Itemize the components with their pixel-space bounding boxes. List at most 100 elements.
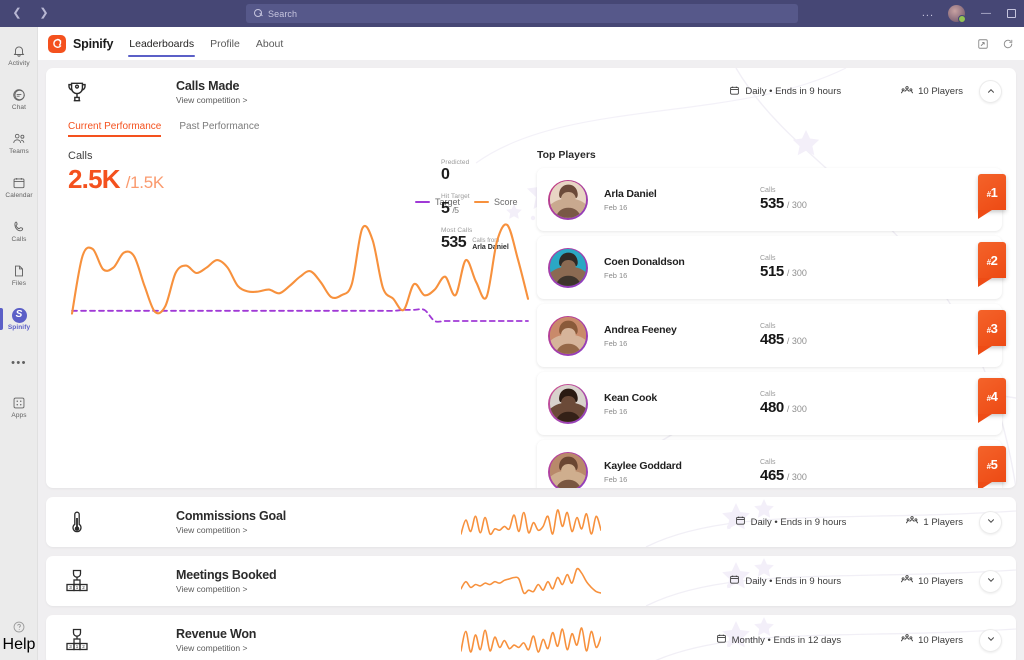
- player-name: Coen Donaldson: [604, 256, 754, 268]
- player-row[interactable]: Coen DonaldsonFeb 16Calls515/ 300#2: [537, 236, 1002, 299]
- player-name: Kean Cook: [604, 392, 754, 404]
- competition-header[interactable]: Calls Made View competition > Daily • En…: [46, 68, 1016, 115]
- sidebar-item-spinify[interactable]: S Spinify: [0, 297, 38, 341]
- player-row[interactable]: Kean CookFeb 16Calls480/ 300#4: [537, 372, 1002, 435]
- chevron-down-icon: [986, 572, 996, 590]
- popout-icon[interactable]: [976, 37, 989, 50]
- page-title: Calls Made: [176, 79, 406, 93]
- sidebar-item-help[interactable]: Help: [0, 619, 38, 654]
- competition-header[interactable]: Commissions Goal View competition > Daily …: [46, 497, 1016, 547]
- player-row[interactable]: Arla DanielFeb 16Calls535/ 300#1: [537, 168, 1002, 231]
- sidebar-item-label: Help: [3, 636, 36, 654]
- player-date: Feb 16: [604, 407, 754, 416]
- bell-icon: [11, 43, 27, 59]
- competition-schedule: Daily • Ends in 9 hours: [735, 515, 847, 529]
- sparkline-svg: [461, 566, 601, 596]
- metric-target: /1.5K: [126, 173, 164, 193]
- player-metric: Calls480/ 300: [760, 391, 807, 416]
- avatar: [548, 452, 588, 489]
- competition-title: Meetings Booked: [176, 568, 406, 582]
- chat-icon: [11, 87, 27, 103]
- tab-profile[interactable]: Profile: [209, 27, 241, 60]
- player-date: Feb 16: [604, 203, 754, 212]
- schedule-text: Daily • Ends in 9 hours: [745, 86, 841, 97]
- top-players-list: Arla DanielFeb 16Calls535/ 300#1Coen Don…: [537, 168, 1002, 488]
- sparkline-svg: [461, 625, 601, 655]
- player-metric-value: 465: [760, 467, 784, 484]
- sidebar-item-calendar[interactable]: Calendar: [0, 165, 38, 209]
- refresh-icon[interactable]: [1001, 37, 1014, 50]
- svg-text:2: 2: [82, 644, 85, 649]
- view-competition-link[interactable]: View competition >: [176, 525, 406, 535]
- tab-about[interactable]: About: [255, 27, 284, 60]
- player-metric-label: Calls: [760, 255, 807, 262]
- svg-text:1: 1: [76, 644, 79, 649]
- player-row[interactable]: Andrea FeeneyFeb 16Calls485/ 300#3: [537, 304, 1002, 367]
- sidebar-item-label: Calendar: [5, 192, 32, 199]
- rank-number: 3: [991, 321, 998, 336]
- sidebar-item-activity[interactable]: Activity: [0, 33, 38, 77]
- sidebar-item-apps[interactable]: Apps: [0, 385, 38, 429]
- legend-swatch: [415, 201, 430, 203]
- sparkline-svg: [461, 507, 601, 537]
- player-metric-label: Calls: [760, 459, 807, 466]
- maximize-icon[interactable]: [1007, 9, 1016, 18]
- expand-button[interactable]: [979, 570, 1002, 593]
- player-metric-label: Calls: [760, 187, 807, 194]
- rank-badge: #4: [978, 378, 1006, 414]
- sidebar-item-calls[interactable]: Calls: [0, 209, 38, 253]
- competition-players: 1 Players: [906, 515, 963, 529]
- collapse-button[interactable]: [979, 80, 1002, 103]
- thermometer-icon: [62, 507, 92, 537]
- view-competition-link[interactable]: View competition >: [176, 584, 406, 594]
- people-icon: [901, 85, 913, 99]
- expand-button[interactable]: [979, 511, 1002, 534]
- search-input[interactable]: Search: [246, 4, 798, 23]
- sidebar-item-teams[interactable]: Teams: [0, 121, 38, 165]
- tab-leaderboards[interactable]: Leaderboards: [128, 27, 195, 60]
- search-icon: [254, 9, 263, 18]
- sparkline-chart: [461, 560, 611, 602]
- chevron-up-icon: [986, 83, 996, 101]
- chevron-down-icon: [986, 631, 996, 649]
- competition-header[interactable]: 312Revenue WonView competition >Monthly …: [46, 615, 1016, 660]
- calendar-icon: [729, 574, 740, 588]
- more-options-icon[interactable]: ...: [922, 8, 934, 19]
- calendar-icon: [729, 85, 740, 99]
- view-competition-link[interactable]: View competition >: [176, 95, 406, 105]
- user-avatar[interactable]: [948, 5, 965, 22]
- tab-past-performance[interactable]: Past Performance: [179, 121, 259, 137]
- rail-item-list: Activity Chat Teams: [0, 27, 37, 429]
- sidebar-item-label: Teams: [9, 148, 29, 155]
- player-metric-target: / 300: [787, 268, 807, 278]
- back-icon[interactable]: ❮: [9, 6, 25, 22]
- sidebar-item-chat[interactable]: Chat: [0, 77, 38, 121]
- search-placeholder: Search: [268, 9, 297, 19]
- minimize-button[interactable]: —: [979, 9, 993, 19]
- svg-text:2: 2: [82, 585, 85, 590]
- players-count: 10 Players: [918, 635, 963, 646]
- sidebar-item-files[interactable]: Files: [0, 253, 38, 297]
- sidebar-more-button[interactable]: •••: [0, 341, 38, 385]
- player-metric-target: / 300: [787, 404, 807, 414]
- competition-header[interactable]: 312Meetings BookedView competition >Dail…: [46, 556, 1016, 606]
- performance-chart: [68, 213, 538, 333]
- tab-current-performance[interactable]: Current Performance: [68, 121, 161, 137]
- player-date: Feb 16: [604, 339, 754, 348]
- forward-icon[interactable]: ❯: [36, 6, 52, 22]
- more-icon: •••: [11, 357, 27, 369]
- svg-text:3: 3: [69, 644, 72, 649]
- view-competition-link[interactable]: View competition >: [176, 643, 406, 653]
- competition-title: Revenue Won: [176, 627, 406, 641]
- sidebar-item-label: Spinify: [8, 324, 30, 331]
- competition-title: Commissions Goal: [176, 509, 406, 523]
- performance-tabs: Current Performance Past Performance: [46, 115, 1016, 137]
- rank-number: 4: [991, 389, 998, 404]
- rank-badge: #2: [978, 242, 1006, 278]
- player-row[interactable]: Kaylee GoddardFeb 16Calls465/ 300#5: [537, 440, 1002, 488]
- score-line: [72, 224, 528, 313]
- expand-button[interactable]: [979, 629, 1002, 652]
- rank-badge: #1: [978, 174, 1006, 210]
- stat-label: Hit Target: [441, 193, 531, 200]
- podium-icon: 312: [62, 566, 92, 596]
